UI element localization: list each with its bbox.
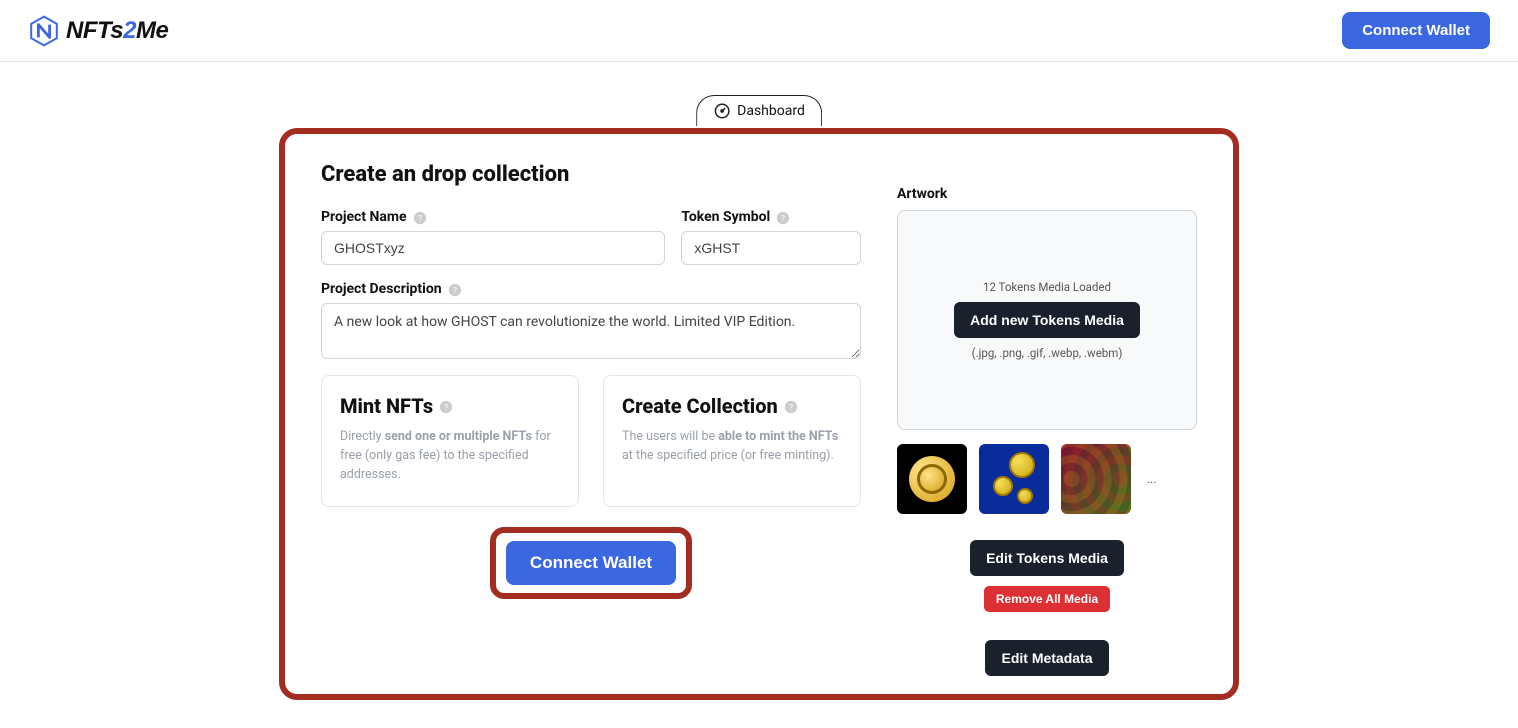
token-thumb-2[interactable] (979, 444, 1049, 514)
artwork-label: Artwork (897, 186, 1197, 202)
svg-text:?: ? (781, 215, 785, 225)
dashboard-tab[interactable]: Dashboard (696, 95, 822, 126)
svg-text:?: ? (444, 404, 448, 414)
connect-wallet-button-header[interactable]: Connect Wallet (1342, 12, 1490, 49)
edit-metadata-button[interactable]: Edit Metadata (985, 640, 1108, 676)
logo[interactable]: NFTs2Me (28, 15, 168, 47)
help-icon[interactable]: ? (776, 210, 790, 224)
svg-text:?: ? (789, 404, 793, 414)
help-icon[interactable]: ? (413, 210, 427, 224)
create-collection-card[interactable]: Create Collection ? The users will be ab… (603, 375, 861, 507)
artwork-dropzone[interactable]: 12 Tokens Media Loaded Add new Tokens Me… (897, 210, 1197, 430)
project-name-label: Project Name (321, 209, 407, 225)
more-thumbs-ellipsis: ... (1143, 472, 1157, 486)
brand-pre: NFTs (66, 17, 123, 44)
connect-wallet-button-main[interactable]: Connect Wallet (506, 541, 676, 585)
header-bar: NFTs2Me Connect Wallet (0, 0, 1518, 62)
project-name-input[interactable] (321, 231, 665, 265)
create-collection-desc: The users will be able to mint the NFTs … (622, 428, 842, 466)
main-card: Create an drop collection Project Name ?… (279, 128, 1239, 700)
gauge-icon (713, 102, 731, 120)
help-icon[interactable]: ? (784, 399, 798, 413)
mint-nfts-card[interactable]: Mint NFTs ? Directly send one or multipl… (321, 375, 579, 507)
token-symbol-label: Token Symbol (681, 209, 770, 225)
svg-text:?: ? (418, 215, 422, 225)
project-desc-input[interactable] (321, 303, 861, 359)
edit-tokens-media-button[interactable]: Edit Tokens Media (970, 540, 1124, 576)
add-tokens-media-button[interactable]: Add new Tokens Media (954, 302, 1140, 338)
svg-text:?: ? (453, 287, 457, 297)
connect-wallet-highlight: Connect Wallet (490, 527, 692, 599)
tokens-loaded-text: 12 Tokens Media Loaded (983, 280, 1111, 294)
help-icon[interactable]: ? (439, 399, 453, 413)
brand-mid: 2 (123, 17, 136, 44)
brand-post: Me (136, 17, 168, 44)
token-thumbnails: ... (897, 444, 1197, 514)
remove-all-media-button[interactable]: Remove All Media (984, 586, 1110, 612)
brand-hex-icon (28, 15, 60, 47)
token-thumb-1[interactable] (897, 444, 967, 514)
brand-text: NFTs2Me (66, 17, 168, 45)
token-thumb-3[interactable] (1061, 444, 1131, 514)
project-desc-label: Project Description (321, 281, 442, 297)
dashboard-tab-label: Dashboard (737, 103, 805, 119)
mint-nfts-title: Mint NFTs (340, 394, 433, 418)
help-icon[interactable]: ? (448, 282, 462, 296)
create-collection-title: Create Collection (622, 394, 778, 418)
artwork-formats-hint: (.jpg, .png, .gif, .webp, .webm) (972, 346, 1123, 360)
token-symbol-input[interactable] (681, 231, 861, 265)
page-title: Create an drop collection (321, 162, 861, 187)
mint-nfts-desc: Directly send one or multiple NFTs for f… (340, 428, 560, 484)
